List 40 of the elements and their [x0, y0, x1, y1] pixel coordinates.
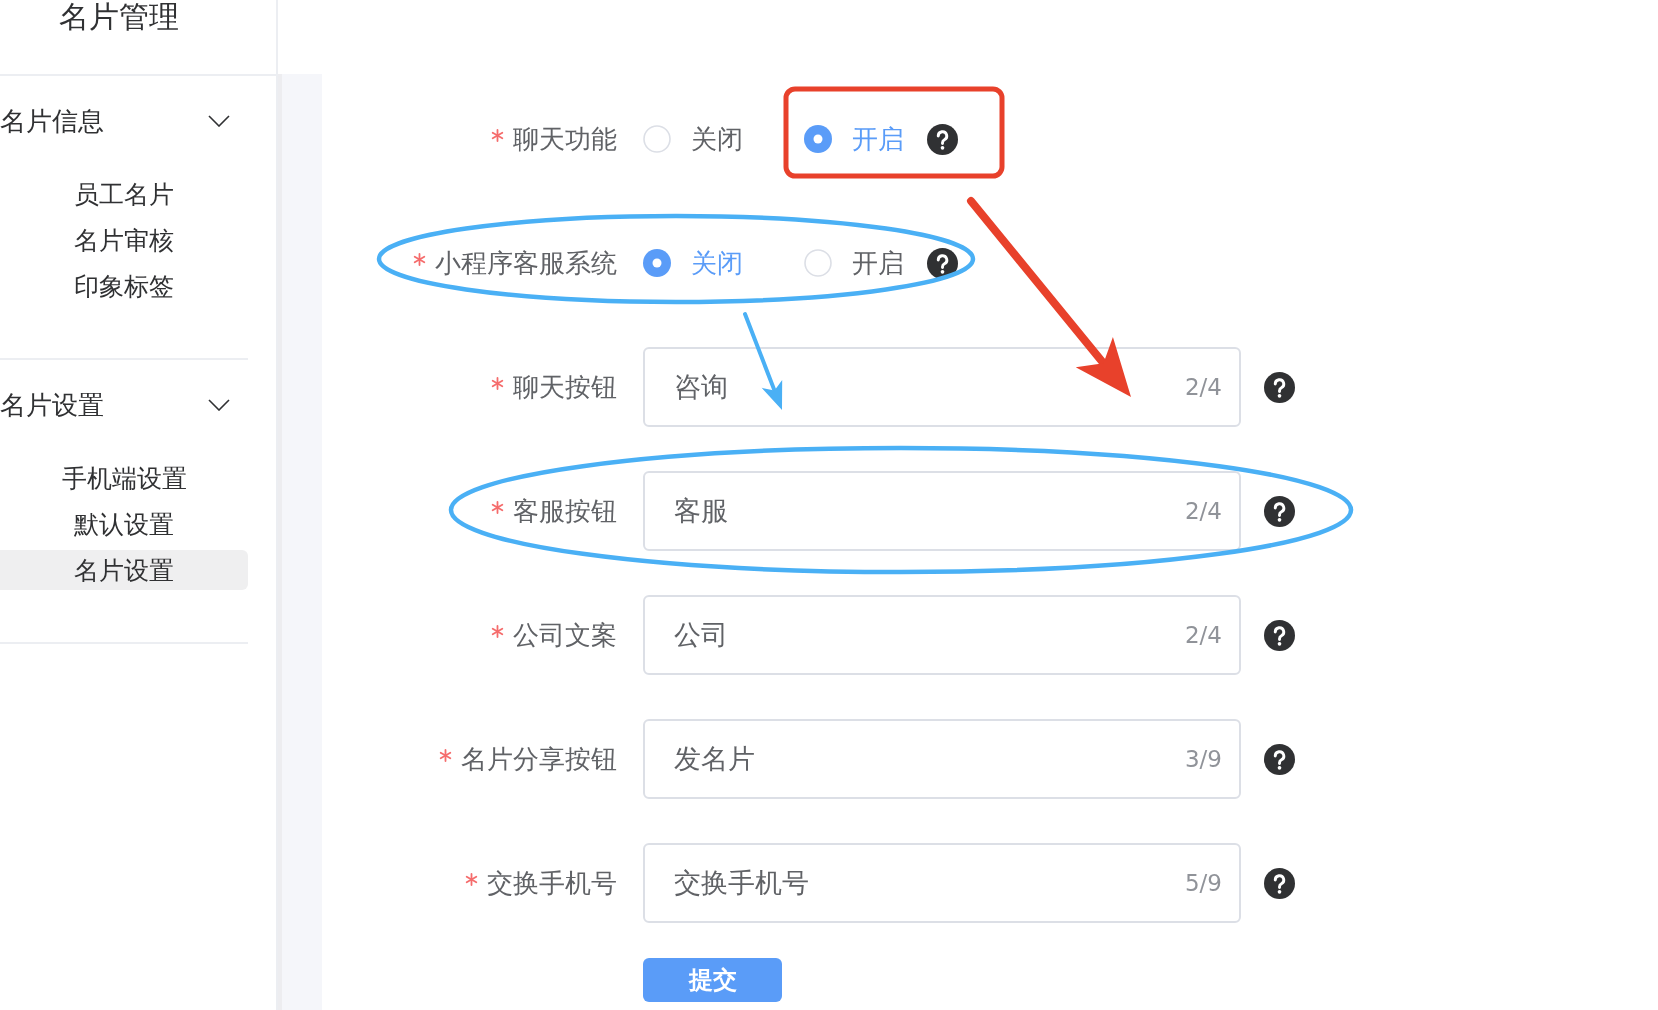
help-icon[interactable]: [1264, 743, 1295, 775]
field-value: 客服: [674, 494, 728, 528]
character-counter: 5/9: [1185, 870, 1222, 896]
character-counter: 2/4: [1185, 622, 1222, 648]
sidebar-title: 名片管理: [59, 0, 179, 34]
field-label: 聊天按钮: [513, 370, 617, 404]
radio-option[interactable]: 开启: [804, 245, 904, 281]
sidebar-group-header[interactable]: 名片信息: [0, 76, 248, 166]
help-icon[interactable]: [927, 247, 958, 279]
help-icon[interactable]: [1264, 371, 1295, 403]
input-field[interactable]: 发名片 3/9: [643, 719, 1241, 799]
sidebar-item[interactable]: 印象标签: [0, 266, 248, 306]
input-field[interactable]: 咨询 2/4: [643, 347, 1241, 427]
sidebar-item[interactable]: 手机端设置: [0, 458, 248, 498]
input-field[interactable]: 公司 2/4: [643, 595, 1241, 675]
field-label: 名片分享按钮: [461, 742, 617, 776]
character-counter: 3/9: [1185, 746, 1222, 772]
sidebar-group-header[interactable]: 名片设置: [0, 360, 248, 450]
field-label: 交换手机号: [487, 866, 617, 900]
help-icon[interactable]: [1264, 867, 1295, 899]
sidebar-item[interactable]: 名片设置: [0, 550, 248, 590]
field-label: 小程序客服系统: [435, 246, 617, 280]
field-value: 咨询: [674, 370, 728, 404]
field-value: 公司: [674, 618, 728, 652]
help-icon[interactable]: [1264, 619, 1295, 651]
input-field[interactable]: 交换手机号 5/9: [643, 843, 1241, 923]
input-field[interactable]: 客服 2/4: [643, 471, 1241, 551]
help-icon[interactable]: [927, 123, 958, 155]
field-label: 聊天功能: [513, 122, 617, 156]
sidebar-item[interactable]: 名片审核: [0, 220, 248, 260]
character-counter: 2/4: [1185, 374, 1222, 400]
character-counter: 2/4: [1185, 498, 1222, 524]
field-value: 交换手机号: [674, 866, 809, 900]
help-icon[interactable]: [1264, 495, 1295, 527]
field-label: 公司文案: [513, 618, 617, 652]
sidebar-item[interactable]: 员工名片: [0, 174, 248, 214]
radio-option[interactable]: 关闭: [643, 121, 743, 157]
field-label: 客服按钮: [513, 494, 617, 528]
field-value: 发名片: [674, 742, 755, 776]
sidebar-item[interactable]: 默认设置: [0, 504, 248, 544]
